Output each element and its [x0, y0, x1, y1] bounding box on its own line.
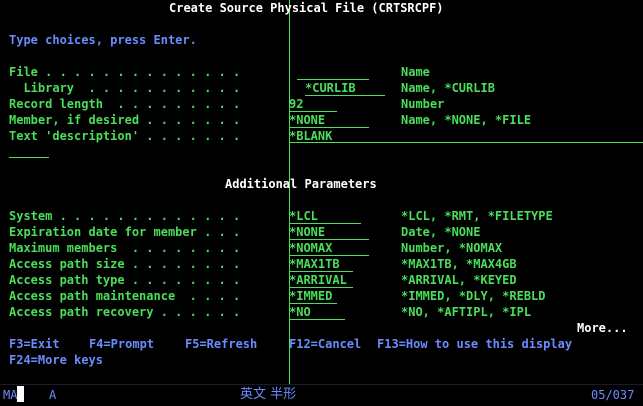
access-path-type-input[interactable]: *ARRIVAL — [289, 272, 353, 288]
field-hint-access-path-recovery: *NO, *AFTIPL, *IPL — [401, 305, 532, 319]
status-indicator: MA — [3, 388, 18, 402]
terminal-screen: Create Source Physical File (CRTSRCPF) T… — [0, 0, 643, 384]
more-indicator: More... — [577, 321, 628, 335]
field-label-system: System . . . . . . . . . . . . . — [9, 209, 241, 223]
section-title-additional-parameters: Additional Parameters — [225, 177, 377, 191]
access-path-recovery-input[interactable]: *NO — [289, 304, 345, 320]
field-label-record-length: Record length . . . . . . . . . — [9, 97, 241, 111]
field-label-member: Member, if desired . . . . . . . — [9, 113, 241, 127]
field-label-maximum-members: Maximum members . . . . . . . . — [9, 241, 241, 255]
field-hint-file: Name — [401, 65, 430, 79]
f12-cancel-key[interactable]: F12=Cancel — [289, 336, 361, 352]
status-mode: A — [49, 388, 57, 402]
file-name-input[interactable] — [297, 64, 369, 80]
f3-exit-key[interactable]: F3=Exit — [9, 336, 60, 352]
field-hint-access-path-size: *MAX1TB, *MAX4GB — [401, 257, 517, 271]
field-label-library: Library . . . . . . . . . . . — [9, 81, 241, 95]
instructions-text: Type choices, press Enter. — [9, 33, 197, 47]
text-cursor — [17, 386, 24, 402]
status-cursor-position: 05/037 — [591, 388, 635, 402]
field-label-text-description: Text 'description' . . . . . . . — [9, 129, 241, 143]
column-guide-horizontal — [289, 142, 643, 143]
field-hint-access-path-type: *ARRIVAL, *KEYED — [401, 273, 517, 287]
field-hint-expiration-date: Date, *NONE — [401, 225, 481, 239]
access-path-maintenance-input[interactable]: *IMMED — [289, 288, 337, 304]
system-input[interactable]: *LCL — [289, 208, 361, 224]
field-hint-system: *LCL, *RMT, *FILETYPE — [401, 209, 553, 223]
field-label-access-path-maintenance: Access path maintenance . . . . — [9, 289, 241, 303]
maximum-members-input[interactable]: *NOMAX — [289, 240, 369, 256]
field-hint-member: Name, *NONE, *FILE — [401, 113, 532, 127]
f4-prompt-key[interactable]: F4=Prompt — [89, 336, 154, 352]
field-label-expiration-date: Expiration date for member . . . — [9, 225, 241, 239]
row-guide-underline — [9, 157, 49, 158]
library-input[interactable]: *CURLIB — [305, 80, 385, 96]
field-hint-access-path-maintenance: *IMMED, *DLY, *REBLD — [401, 289, 546, 303]
terminal-status-bar: MA A 英文 半形 05/037 — [0, 384, 643, 406]
field-label-access-path-size: Access path size . . . . . . . . — [9, 257, 241, 271]
member-input[interactable]: *NONE — [289, 112, 369, 128]
field-hint-record-length: Number — [401, 97, 445, 111]
screen-title: Create Source Physical File (CRTSRCPF) — [169, 1, 444, 15]
field-hint-library: Name, *CURLIB — [401, 81, 495, 95]
f13-help-key[interactable]: F13=How to use this display — [377, 336, 572, 352]
field-hint-maximum-members: Number, *NOMAX — [401, 241, 503, 255]
field-label-file: File . . . . . . . . . . . . . . — [9, 65, 241, 79]
record-length-input[interactable]: 92 — [289, 96, 337, 112]
f24-more-keys[interactable]: F24=More keys — [9, 352, 103, 368]
access-path-size-input[interactable]: *MAX1TB — [289, 256, 353, 272]
field-label-access-path-type: Access path type . . . . . . . . — [9, 273, 241, 287]
field-label-access-path-recovery: Access path recovery . . . . . . — [9, 305, 241, 319]
expiration-date-input[interactable]: *NONE — [289, 224, 369, 240]
column-guide-vertical — [289, 0, 290, 384]
status-input-mode: 英文 半形 — [240, 387, 297, 402]
text-description-input[interactable]: *BLANK — [289, 128, 332, 144]
f5-refresh-key[interactable]: F5=Refresh — [185, 336, 257, 352]
